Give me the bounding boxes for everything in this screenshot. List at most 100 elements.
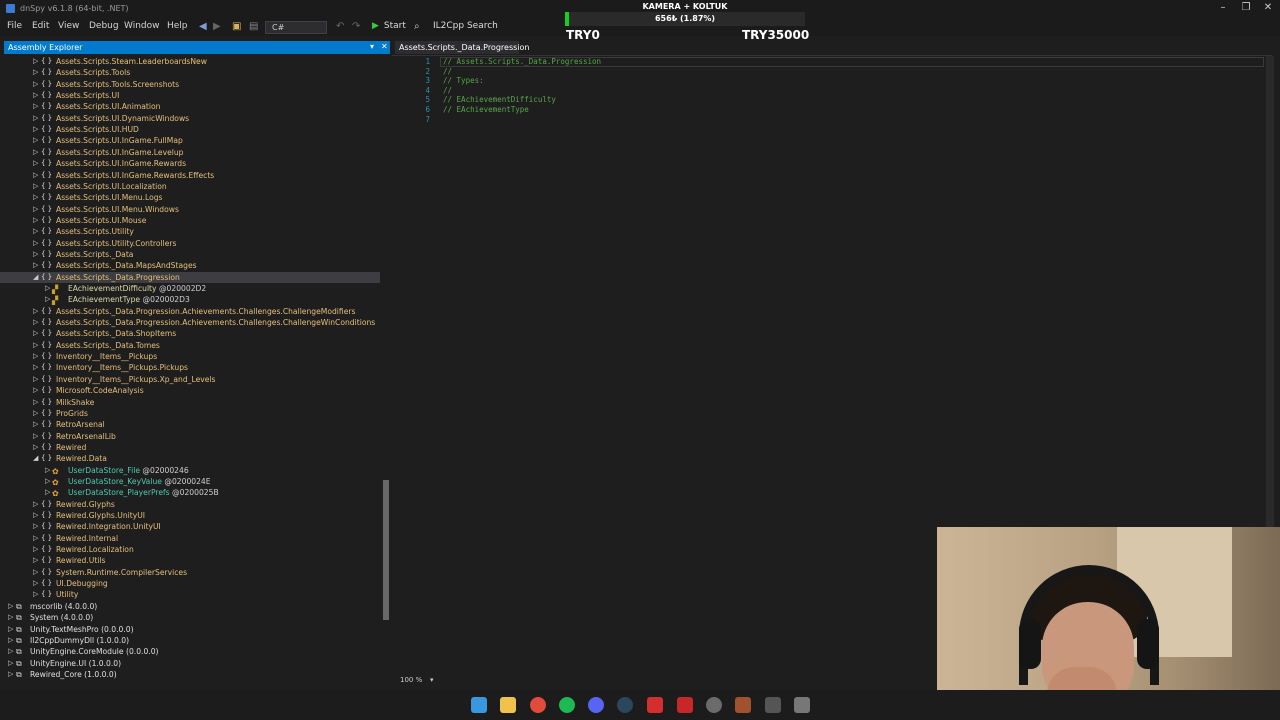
expand-arrow-icon[interactable]: ▷: [8, 601, 16, 612]
tree-namespace-row[interactable]: ▷{ } Assets.Scripts.Steam.LeaderboardsNew: [0, 56, 380, 67]
expand-arrow-icon[interactable]: ▷: [8, 646, 16, 657]
collapse-arrow-icon[interactable]: ◢: [33, 272, 41, 283]
chrome-icon[interactable]: [530, 697, 546, 713]
expand-arrow-icon[interactable]: ▷: [33, 419, 41, 430]
expand-arrow-icon[interactable]: ▷: [33, 90, 41, 101]
expand-arrow-icon[interactable]: ▷: [33, 374, 41, 385]
steam-icon[interactable]: [617, 697, 633, 713]
spotify-icon[interactable]: [559, 697, 575, 713]
dnspy-icon[interactable]: [794, 697, 810, 713]
tree-namespace-row[interactable]: ▷{ } Inventory__Items__Pickups: [0, 351, 380, 362]
tree-namespace-row[interactable]: ◢{ } Rewired.Data: [0, 453, 380, 464]
menu-window[interactable]: Window: [124, 21, 160, 31]
tree-assembly-row[interactable]: ▷ ⧉ UnityEngine.UI (1.0.0.0): [0, 658, 380, 669]
explorer-scroll-thumb[interactable]: [383, 480, 389, 620]
expand-arrow-icon[interactable]: ▷: [33, 226, 41, 237]
tree-namespace-row[interactable]: ▷{ } Assets.Scripts.UI.Menu.Windows: [0, 204, 380, 215]
app-red-icon[interactable]: [647, 697, 663, 713]
discord-icon[interactable]: [588, 697, 604, 713]
tree-namespace-row[interactable]: ▷{ } Assets.Scripts.UI.Menu.Logs: [0, 192, 380, 203]
tree-namespace-row[interactable]: ▷{ } Inventory__Items__Pickups.Xp_and_Lev…: [0, 374, 380, 385]
tree-type-row[interactable]: ▷ ▞ EAchievementType @020002D3: [0, 294, 380, 305]
tree-namespace-row[interactable]: ▷{ } Assets.Scripts._Data.ShopItems: [0, 328, 380, 339]
menu-view[interactable]: View: [58, 21, 79, 31]
tree-namespace-row[interactable]: ▷{ } Assets.Scripts.UI.Localization: [0, 181, 380, 192]
tree-namespace-row[interactable]: ▷{ } Assets.Scripts._Data.Progression.Ach…: [0, 306, 380, 317]
tree-namespace-row[interactable]: ▷{ } System.Runtime.CompilerServices: [0, 567, 380, 578]
assembly-tree[interactable]: ▷{ } Assets.Scripts.Steam.LeaderboardsNew…: [0, 55, 380, 685]
tree-namespace-row[interactable]: ▷{ } Assets.Scripts.UI.HUD: [0, 124, 380, 135]
tree-namespace-row[interactable]: ▷{ } MilkShake: [0, 397, 380, 408]
explorer-dropdown-icon[interactable]: ▾: [370, 42, 374, 51]
expand-arrow-icon[interactable]: ▷: [33, 158, 41, 169]
tree-namespace-row[interactable]: ▷{ } Rewired: [0, 442, 380, 453]
collapse-arrow-icon[interactable]: ◢: [33, 453, 41, 464]
tree-namespace-row[interactable]: ▷{ } Rewired.Localization: [0, 544, 380, 555]
tree-namespace-row[interactable]: ▷{ } UI.Debugging: [0, 578, 380, 589]
expand-arrow-icon[interactable]: ▷: [33, 397, 41, 408]
tree-namespace-row[interactable]: ▷{ } Assets.Scripts.UI: [0, 90, 380, 101]
expand-arrow-icon[interactable]: ▷: [33, 328, 41, 339]
zoom-dropdown-icon[interactable]: ▾: [430, 676, 434, 684]
open-file-icon[interactable]: ▣: [232, 21, 241, 32]
tree-namespace-row[interactable]: ▷{ } Rewired.Glyphs.UnityUI: [0, 510, 380, 521]
expand-arrow-icon[interactable]: ▷: [33, 101, 41, 112]
tree-namespace-row[interactable]: ◢{ } Assets.Scripts._Data.Progression: [0, 271, 380, 283]
expand-arrow-icon[interactable]: ▷: [33, 499, 41, 510]
menu-debug[interactable]: Debug: [89, 21, 119, 31]
menu-help[interactable]: Help: [167, 21, 188, 31]
tree-namespace-row[interactable]: ▷{ } Rewired.Utils: [0, 555, 380, 566]
save-icon[interactable]: ▤: [249, 21, 258, 32]
explorer-close-icon[interactable]: ✕: [381, 42, 388, 51]
tree-namespace-row[interactable]: ▷{ } RetroArsenalLib: [0, 431, 380, 442]
expand-arrow-icon[interactable]: ▷: [33, 340, 41, 351]
maximize-button[interactable]: ❐: [1235, 2, 1257, 13]
expand-arrow-icon[interactable]: ▷: [33, 510, 41, 521]
menu-file[interactable]: File: [7, 21, 22, 31]
expand-arrow-icon[interactable]: ▷: [33, 67, 41, 78]
tree-namespace-row[interactable]: ▷{ } Assets.Scripts.UI.InGame.FullMap: [0, 135, 380, 146]
expand-arrow-icon[interactable]: ▷: [8, 669, 16, 680]
expand-arrow-icon[interactable]: ▷: [33, 238, 41, 249]
tree-assembly-row[interactable]: ▷ ⧉ Il2CppDummyDll (1.0.0.0): [0, 635, 380, 646]
tree-assembly-row[interactable]: ▷ ⧉ UnityEngine.CoreModule (0.0.0.0): [0, 646, 380, 657]
tree-namespace-row[interactable]: ▷{ } Assets.Scripts._Data.MapsAndStages: [0, 260, 380, 271]
expand-arrow-icon[interactable]: ▷: [33, 521, 41, 532]
expand-arrow-icon[interactable]: ▷: [33, 124, 41, 135]
tree-type-row[interactable]: ▷ ▞ EAchievementDifficulty @020002D2: [0, 283, 380, 294]
tree-namespace-row[interactable]: ▷{ } Assets.Scripts.Tools: [0, 67, 380, 78]
tree-namespace-row[interactable]: ▷{ } Microsoft.CodeAnalysis: [0, 385, 380, 396]
expand-arrow-icon[interactable]: ▷: [33, 204, 41, 215]
tree-assembly-row[interactable]: ▷ ⧉ Rewired_Core (1.0.0.0): [0, 669, 380, 680]
expand-arrow-icon[interactable]: ▷: [33, 249, 41, 260]
undo-icon[interactable]: ↶: [336, 21, 344, 32]
tree-namespace-row[interactable]: ▷{ } Utility: [0, 589, 380, 600]
minimize-button[interactable]: –: [1212, 2, 1234, 13]
tree-type-row[interactable]: ▷ ✿ UserDataStore_KeyValue @0200024E: [0, 476, 380, 487]
redo-icon[interactable]: ↷: [352, 21, 360, 32]
il2cpp-search-button[interactable]: IL2Cpp Search: [433, 21, 498, 31]
expand-arrow-icon[interactable]: ▷: [33, 442, 41, 453]
tree-namespace-row[interactable]: ▷{ } Rewired.Glyphs: [0, 499, 380, 510]
app-stripes-icon[interactable]: [677, 697, 693, 713]
expand-arrow-icon[interactable]: ▷: [8, 658, 16, 669]
expand-arrow-icon[interactable]: ▷: [33, 351, 41, 362]
tree-namespace-row[interactable]: ▷{ } Assets.Scripts.UI.InGame.Rewards: [0, 158, 380, 169]
archive-icon[interactable]: [765, 697, 781, 713]
tree-namespace-row[interactable]: ▷{ } Assets.Scripts.UI.InGame.Levelup: [0, 147, 380, 158]
tree-namespace-row[interactable]: ▷{ } Assets.Scripts.UI.DynamicWindows: [0, 113, 380, 124]
expand-arrow-icon[interactable]: ▷: [33, 113, 41, 124]
expand-arrow-icon[interactable]: ▷: [33, 567, 41, 578]
expand-arrow-icon[interactable]: ▷: [33, 362, 41, 373]
back-icon[interactable]: ◀: [199, 21, 207, 32]
expand-arrow-icon[interactable]: ▷: [33, 578, 41, 589]
expand-arrow-icon[interactable]: ▷: [33, 589, 41, 600]
tree-assembly-row[interactable]: ▷ ⧉ mscorlib (4.0.0.0): [0, 601, 380, 612]
expand-arrow-icon[interactable]: ▷: [33, 408, 41, 419]
expand-arrow-icon[interactable]: ▷: [33, 181, 41, 192]
tree-namespace-row[interactable]: ▷{ } Assets.Scripts.UI.Animation: [0, 101, 380, 112]
tree-namespace-row[interactable]: ▷{ } ProGrids: [0, 408, 380, 419]
close-button[interactable]: ✕: [1257, 2, 1279, 13]
expand-arrow-icon[interactable]: ▷: [33, 135, 41, 146]
expand-arrow-icon[interactable]: ▷: [33, 260, 41, 271]
